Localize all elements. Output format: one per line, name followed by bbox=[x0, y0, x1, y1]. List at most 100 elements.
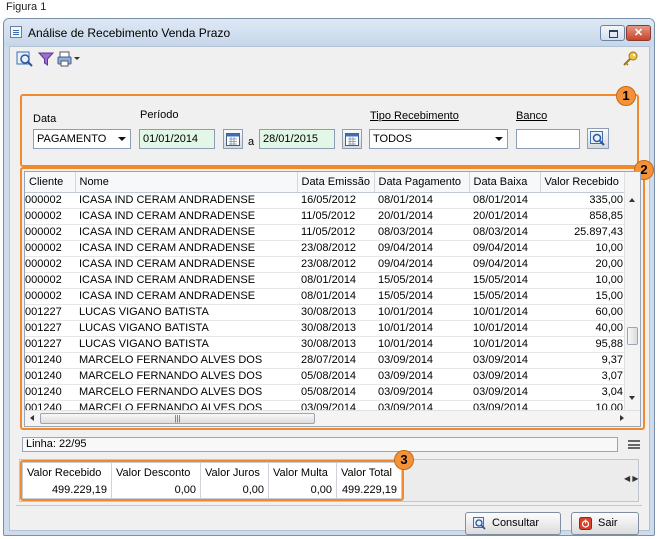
scroll-up-icon[interactable] bbox=[629, 198, 635, 202]
table-cell: 16/05/2012 bbox=[297, 192, 374, 209]
vertical-scrollbar[interactable] bbox=[624, 172, 640, 410]
table-row[interactable]: 000002 ICASA IND CERAM ANDRADENSE 23/08/20… bbox=[25, 256, 627, 273]
table-cell: 10/01/2014 bbox=[374, 336, 469, 353]
table-cell: 000002 bbox=[25, 208, 75, 225]
results-grid[interactable]: Cliente Nome Data Emissão Data Pagamento… bbox=[24, 171, 641, 427]
search-icon[interactable] bbox=[16, 50, 34, 68]
periodo-start-field[interactable]: 01/01/2014 bbox=[139, 129, 215, 149]
table-cell: 30/08/2013 bbox=[297, 320, 374, 337]
chevron-down-icon bbox=[495, 137, 503, 141]
filter-icon[interactable] bbox=[37, 50, 55, 68]
scroll-down-icon[interactable] bbox=[629, 396, 635, 400]
table-cell: 23/08/2012 bbox=[297, 256, 374, 273]
scroll-right-icon[interactable] bbox=[620, 415, 624, 421]
table-cell: 03/09/2014 bbox=[469, 368, 540, 385]
table-cell: 03/09/2014 bbox=[469, 352, 540, 369]
table-cell: 10/01/2014 bbox=[469, 304, 540, 321]
table-row[interactable]: 001240 MARCELO FERNANDO ALVES DOS 05/08/20… bbox=[25, 384, 627, 401]
row-status: Linha: 22/95 bbox=[22, 437, 618, 452]
table-row[interactable]: 001240 MARCELO FERNANDO ALVES DOS 28/07/20… bbox=[25, 352, 627, 369]
table-cell: 000002 bbox=[25, 272, 75, 289]
column-header[interactable]: Nome bbox=[75, 172, 298, 193]
table-cell: 60,00 bbox=[540, 304, 627, 321]
footer-divider bbox=[16, 505, 642, 506]
table-row[interactable]: 001240 MARCELO FERNANDO ALVES DOS 05/08/20… bbox=[25, 368, 627, 385]
table-cell: 000002 bbox=[25, 224, 75, 241]
search-icon bbox=[590, 131, 605, 146]
table-row[interactable]: 001227 LUCAS VIGANO BATISTA 30/08/2013 10/0… bbox=[25, 304, 627, 321]
table-row[interactable]: 000002 ICASA IND CERAM ANDRADENSE 23/08/20… bbox=[25, 240, 627, 257]
column-header[interactable]: Data Pagamento bbox=[374, 172, 470, 193]
table-cell: 000002 bbox=[25, 192, 75, 209]
column-header[interactable]: Data Baixa bbox=[469, 172, 541, 193]
table-cell: 28/07/2014 bbox=[297, 352, 374, 369]
calendar-start-button[interactable] bbox=[223, 129, 243, 149]
table-cell: 001227 bbox=[25, 304, 75, 321]
table-cell: 08/01/2014 bbox=[469, 192, 540, 209]
tipo-recebimento-select[interactable]: TODOS bbox=[369, 129, 508, 149]
scroll-thumb[interactable] bbox=[627, 327, 638, 345]
table-cell: 000002 bbox=[25, 240, 75, 257]
restore-button[interactable] bbox=[600, 25, 625, 41]
consultar-label: Consultar bbox=[492, 517, 540, 529]
periodo-separator: a bbox=[248, 136, 255, 148]
table-cell: 20/01/2014 bbox=[374, 208, 469, 225]
window-title: Análise de Recebimento Venda Prazo bbox=[28, 26, 231, 40]
column-header[interactable]: Valor Recebido bbox=[540, 172, 628, 193]
banco-field[interactable] bbox=[516, 129, 580, 149]
table-cell: 11/05/2012 bbox=[297, 224, 374, 241]
app-window: Análise de Recebimento Venda Prazo ✕ 1 D… bbox=[3, 18, 655, 536]
table-cell: 001227 bbox=[25, 336, 75, 353]
table-row[interactable]: 001227 LUCAS VIGANO BATISTA 30/08/2013 10/0… bbox=[25, 336, 627, 353]
table-cell: 15/05/2014 bbox=[374, 288, 469, 305]
table-cell: 10/01/2014 bbox=[469, 336, 540, 353]
table-cell: MARCELO FERNANDO ALVES DOS bbox=[75, 352, 297, 369]
data-select[interactable]: PAGAMENTO bbox=[33, 129, 131, 149]
table-cell: 30/08/2013 bbox=[297, 304, 374, 321]
table-cell: 40,00 bbox=[540, 320, 627, 337]
table-row[interactable]: 000002 ICASA IND CERAM ANDRADENSE 16/05/20… bbox=[25, 192, 627, 209]
table-cell: 03/09/2014 bbox=[374, 368, 469, 385]
title-bar: Análise de Recebimento Venda Prazo ✕ bbox=[4, 19, 654, 46]
table-cell: 001240 bbox=[25, 368, 75, 385]
table-cell: 15/05/2014 bbox=[469, 272, 540, 289]
figure-caption: Figura 1 bbox=[6, 1, 47, 13]
table-cell: 08/03/2014 bbox=[374, 224, 469, 241]
close-button[interactable]: ✕ bbox=[626, 25, 651, 41]
scroll-arrows-icon[interactable]: ◀ ▶ bbox=[624, 474, 639, 483]
menu-icon[interactable] bbox=[628, 440, 640, 449]
horizontal-scrollbar[interactable]: ||| bbox=[25, 410, 640, 426]
table-row[interactable]: 000002 ICASA IND CERAM ANDRADENSE 08/01/20… bbox=[25, 272, 627, 289]
table-cell: 001240 bbox=[25, 384, 75, 401]
table-row[interactable]: 000002 ICASA IND CERAM ANDRADENSE 11/05/20… bbox=[25, 224, 627, 241]
key-icon[interactable] bbox=[621, 51, 639, 67]
table-row[interactable]: 001227 LUCAS VIGANO BATISTA 30/08/2013 10/0… bbox=[25, 320, 627, 337]
table-cell: 10/01/2014 bbox=[469, 320, 540, 337]
scroll-left-icon[interactable] bbox=[30, 415, 34, 421]
data-select-value: PAGAMENTO bbox=[37, 133, 107, 145]
sair-button[interactable]: Sair bbox=[571, 512, 639, 535]
table-cell: ICASA IND CERAM ANDRADENSE bbox=[75, 272, 297, 289]
table-row[interactable]: 000002 ICASA IND CERAM ANDRADENSE 11/05/20… bbox=[25, 208, 627, 225]
table-cell: 05/08/2014 bbox=[297, 368, 374, 385]
table-cell: 9,37 bbox=[540, 352, 627, 369]
table-cell: 10,00 bbox=[540, 272, 627, 289]
callout-3: 3 bbox=[394, 450, 414, 470]
table-cell: 15,00 bbox=[540, 288, 627, 305]
dropdown-arrow-icon[interactable] bbox=[74, 57, 80, 60]
periodo-end-field[interactable]: 28/01/2015 bbox=[259, 129, 335, 149]
table-cell: 95,88 bbox=[540, 336, 627, 353]
table-row[interactable]: 000002 ICASA IND CERAM ANDRADENSE 08/01/20… bbox=[25, 288, 627, 305]
table-cell: 03/09/2014 bbox=[374, 352, 469, 369]
banco-label: Banco bbox=[516, 110, 548, 122]
consultar-button[interactable]: Consultar bbox=[465, 512, 561, 535]
scroll-thumb-horizontal[interactable]: ||| bbox=[40, 413, 315, 424]
column-header[interactable]: Data Emissão bbox=[297, 172, 375, 193]
column-header[interactable]: Cliente bbox=[25, 172, 76, 193]
exit-icon bbox=[579, 517, 592, 530]
banco-search-button[interactable] bbox=[587, 128, 609, 149]
calendar-end-button[interactable] bbox=[342, 129, 362, 149]
calendar-icon bbox=[226, 133, 240, 146]
table-cell: 23/08/2012 bbox=[297, 240, 374, 257]
printer-icon[interactable] bbox=[56, 50, 74, 68]
